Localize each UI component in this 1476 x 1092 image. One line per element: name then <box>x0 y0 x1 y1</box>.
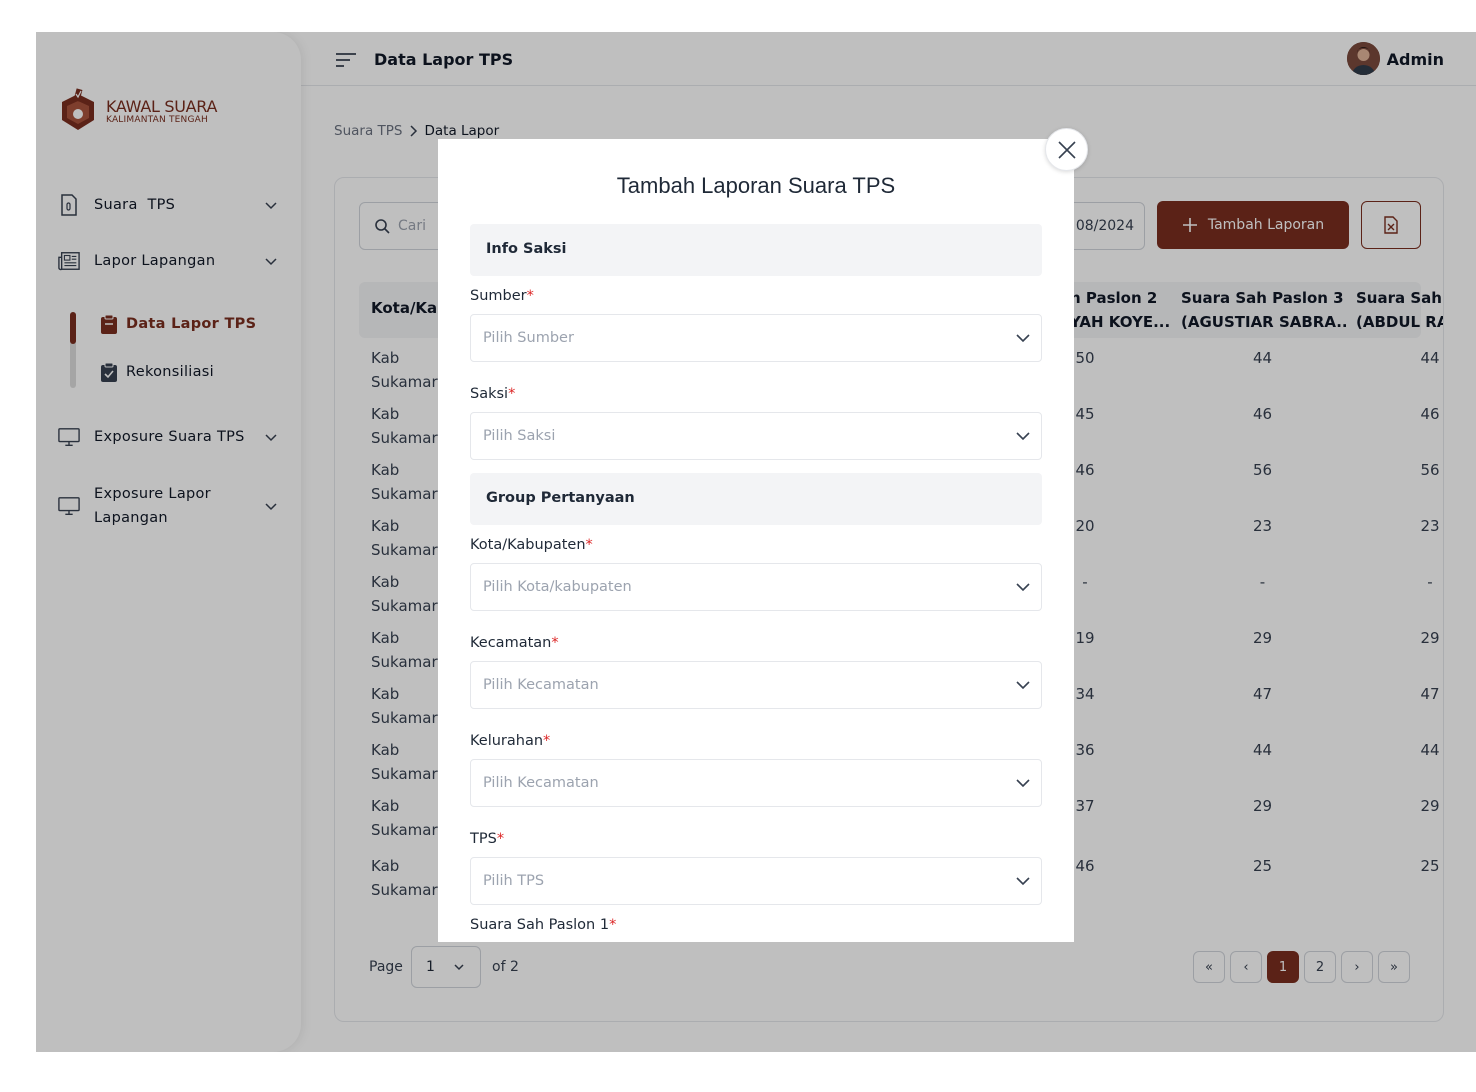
field-label-paslon-1: Suara Sah Paslon 1* <box>470 917 616 933</box>
required-mark: * <box>551 635 559 651</box>
saksi-select[interactable]: Pilih Saksi <box>470 412 1042 460</box>
label-text: Kecamatan <box>470 635 552 651</box>
select-placeholder: Pilih Saksi <box>483 428 556 444</box>
required-mark: * <box>496 831 505 847</box>
field-label-saksi: Saksi* <box>470 386 515 402</box>
select-placeholder: Pilih TPS <box>483 873 545 889</box>
chevron-down-icon <box>1016 432 1030 441</box>
select-placeholder: Pilih Kota/kabupaten <box>483 579 632 595</box>
tps-select[interactable]: Pilih TPS <box>470 857 1042 905</box>
close-icon <box>1057 140 1076 159</box>
select-placeholder: Pilih Kecamatan <box>483 775 599 791</box>
add-report-modal: Tambah Laporan Suara TPS Info Saksi Sumb… <box>438 139 1074 942</box>
chevron-down-icon <box>1016 583 1030 592</box>
kelurahan-select[interactable]: Pilih Kecamatan <box>470 759 1042 807</box>
label-text: Kota/Kabupaten <box>470 537 586 553</box>
field-label-kecamatan: Kecamatan* <box>470 635 559 651</box>
chevron-down-icon <box>1016 681 1030 690</box>
field-label-kota: Kota/Kabupaten* <box>470 537 593 553</box>
kecamatan-select[interactable]: Pilih Kecamatan <box>470 661 1042 709</box>
chevron-down-icon <box>1016 334 1030 343</box>
label-text: Saksi <box>470 386 509 402</box>
select-placeholder: Pilih Sumber <box>483 330 574 346</box>
modal-title: Tambah Laporan Suara TPS <box>616 173 896 198</box>
required-mark: * <box>508 386 516 402</box>
chevron-down-icon <box>1016 779 1030 788</box>
chevron-down-icon <box>1016 877 1030 886</box>
label-text: TPS <box>470 831 497 847</box>
sumber-select[interactable]: Pilih Sumber <box>470 314 1042 362</box>
close-modal-button[interactable] <box>1045 128 1088 171</box>
field-label-kelurahan: Kelurahan* <box>470 733 550 749</box>
select-placeholder: Pilih Kecamatan <box>483 677 599 693</box>
required-mark: * <box>609 917 617 933</box>
label-text: Kelurahan <box>470 733 544 749</box>
section-info-saksi: Info Saksi <box>470 224 1042 276</box>
field-label-tps: TPS* <box>470 831 504 847</box>
kota-select[interactable]: Pilih Kota/kabupaten <box>470 563 1042 611</box>
required-mark: * <box>543 733 551 749</box>
section-group-pertanyaan: Group Pertanyaan <box>470 473 1042 525</box>
label-text: Sumber <box>470 288 527 304</box>
required-mark: * <box>526 288 534 304</box>
label-text: Suara Sah Paslon 1 <box>470 917 610 933</box>
required-mark: * <box>585 537 593 553</box>
field-label-sumber: Sumber* <box>470 288 534 304</box>
